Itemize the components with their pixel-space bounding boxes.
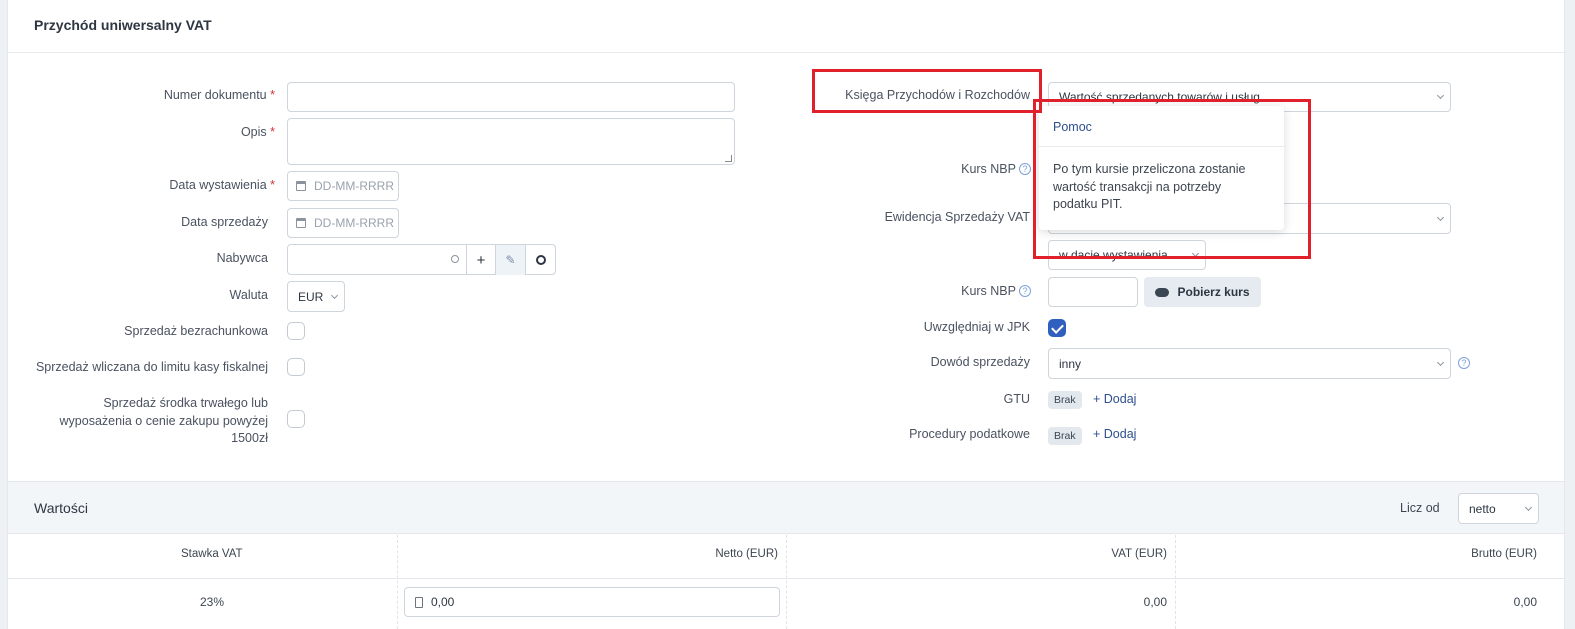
resize-handle-icon[interactable]	[725, 155, 732, 162]
label-numer-dokumentu: Numer dokumentu *	[163, 88, 275, 102]
magnifier-icon	[536, 255, 546, 265]
label-opis: Opis *	[240, 125, 275, 139]
waluta-select[interactable]: EUR	[287, 281, 345, 312]
sprzedaz-bezrachunkowa-checkbox[interactable]	[287, 322, 305, 340]
label-sprzedaz-bezrachunkowa: Sprzedaż bezrachunkowa	[124, 324, 268, 338]
dowod-sprzedazy-select[interactable]: inny	[1048, 348, 1451, 379]
label-data-sprzedazy: Data sprzedaży	[181, 215, 268, 229]
search-nabywca-button[interactable]	[525, 245, 556, 275]
label-uwzgledniaj-jpk: Uwzględniaj w JPK	[923, 320, 1030, 334]
data-wystawienia-input[interactable]: DD-MM-RRRR	[287, 171, 399, 201]
edit-nabywca-button[interactable]: ✎	[495, 245, 525, 275]
chevron-down-icon	[1436, 358, 1445, 366]
kurs-nbp-input[interactable]	[1048, 277, 1138, 307]
gtu-add-link[interactable]: + Dodaj	[1093, 392, 1136, 406]
licz-od-label: Licz od	[1400, 501, 1440, 515]
nabywca-input-group: + ✎	[287, 244, 556, 275]
calendar-icon	[296, 218, 306, 228]
row-vat: 0,00	[1143, 595, 1167, 609]
netto-input[interactable]: 0,00	[404, 587, 780, 617]
help-icon[interactable]: ?	[1019, 163, 1031, 175]
label-sprzedaz-limit: Sprzedaż wliczana do limitu kasy fiskaln…	[35, 360, 268, 374]
add-nabywca-button[interactable]: +	[466, 245, 495, 275]
label-procedury: Procedury podatkowe	[909, 427, 1030, 441]
col-brutto: Brutto (EUR)	[1471, 548, 1537, 560]
chevron-down-icon	[1524, 503, 1533, 511]
label-nabywca: Nabywca	[216, 251, 268, 265]
col-netto: Netto (EUR)	[715, 548, 778, 560]
gtu-badge: Brak	[1048, 391, 1082, 409]
wartosci-title: Wartości	[34, 500, 88, 516]
label-data-wystawienia: Data wystawienia *	[169, 178, 275, 192]
wartosci-header: Wartości Licz od netto	[8, 481, 1564, 534]
numer-dokumentu-input[interactable]	[287, 82, 735, 112]
sprzedaz-srodka-checkbox[interactable]	[287, 410, 305, 428]
row-stawka: 23%	[200, 595, 225, 609]
label-kurs-nbp: Kurs NBP	[961, 162, 1016, 176]
data-sprzedazy-input[interactable]: DD-MM-RRRR	[287, 208, 399, 238]
page-title: Przychód uniwersalny VAT	[8, 0, 1564, 53]
opis-textarea[interactable]	[287, 118, 735, 165]
label-ewidencja: Ewidencja Sprzedaży VAT	[884, 210, 1030, 224]
label-sprzedaz-srodka: Sprzedaż środka trwałego lub wyposażenia…	[59, 396, 268, 445]
chevron-down-icon	[1436, 213, 1445, 221]
chevron-down-icon	[1436, 91, 1445, 100]
sprzedaz-limit-checkbox[interactable]	[287, 358, 305, 376]
chevron-down-icon	[330, 291, 339, 299]
search-icon	[451, 255, 459, 263]
label-waluta: Waluta	[229, 288, 268, 302]
uwzgledniaj-jpk-checkbox[interactable]	[1048, 319, 1066, 337]
label-gtu: GTU	[1003, 392, 1030, 406]
procedury-badge: Brak	[1048, 427, 1082, 445]
calculator-icon	[415, 596, 423, 608]
form-card: Przychód uniwersalny VAT Numer dokumentu…	[7, 0, 1565, 629]
col-stawka-vat: Stawka VAT	[181, 548, 243, 560]
row-brutto: 0,00	[1513, 595, 1537, 609]
pobierz-kurs-button[interactable]: Pobierz kurs	[1144, 277, 1261, 307]
help-icon[interactable]: ?	[1019, 285, 1031, 297]
label-kurs-nbp-2: Kurs NBP	[961, 284, 1016, 298]
label-dowod-sprzedazy: Dowód sprzedaży	[930, 355, 1030, 369]
licz-od-select[interactable]: netto	[1458, 493, 1539, 524]
procedury-add-link[interactable]: + Dodaj	[1093, 427, 1136, 441]
col-vat: VAT (EUR)	[1111, 548, 1167, 560]
calendar-icon	[296, 181, 306, 191]
help-icon[interactable]: ?	[1458, 357, 1470, 369]
highlight-box-popover	[1033, 99, 1311, 259]
highlight-box-ksiega	[812, 69, 1042, 113]
cloud-download-icon	[1155, 287, 1170, 297]
